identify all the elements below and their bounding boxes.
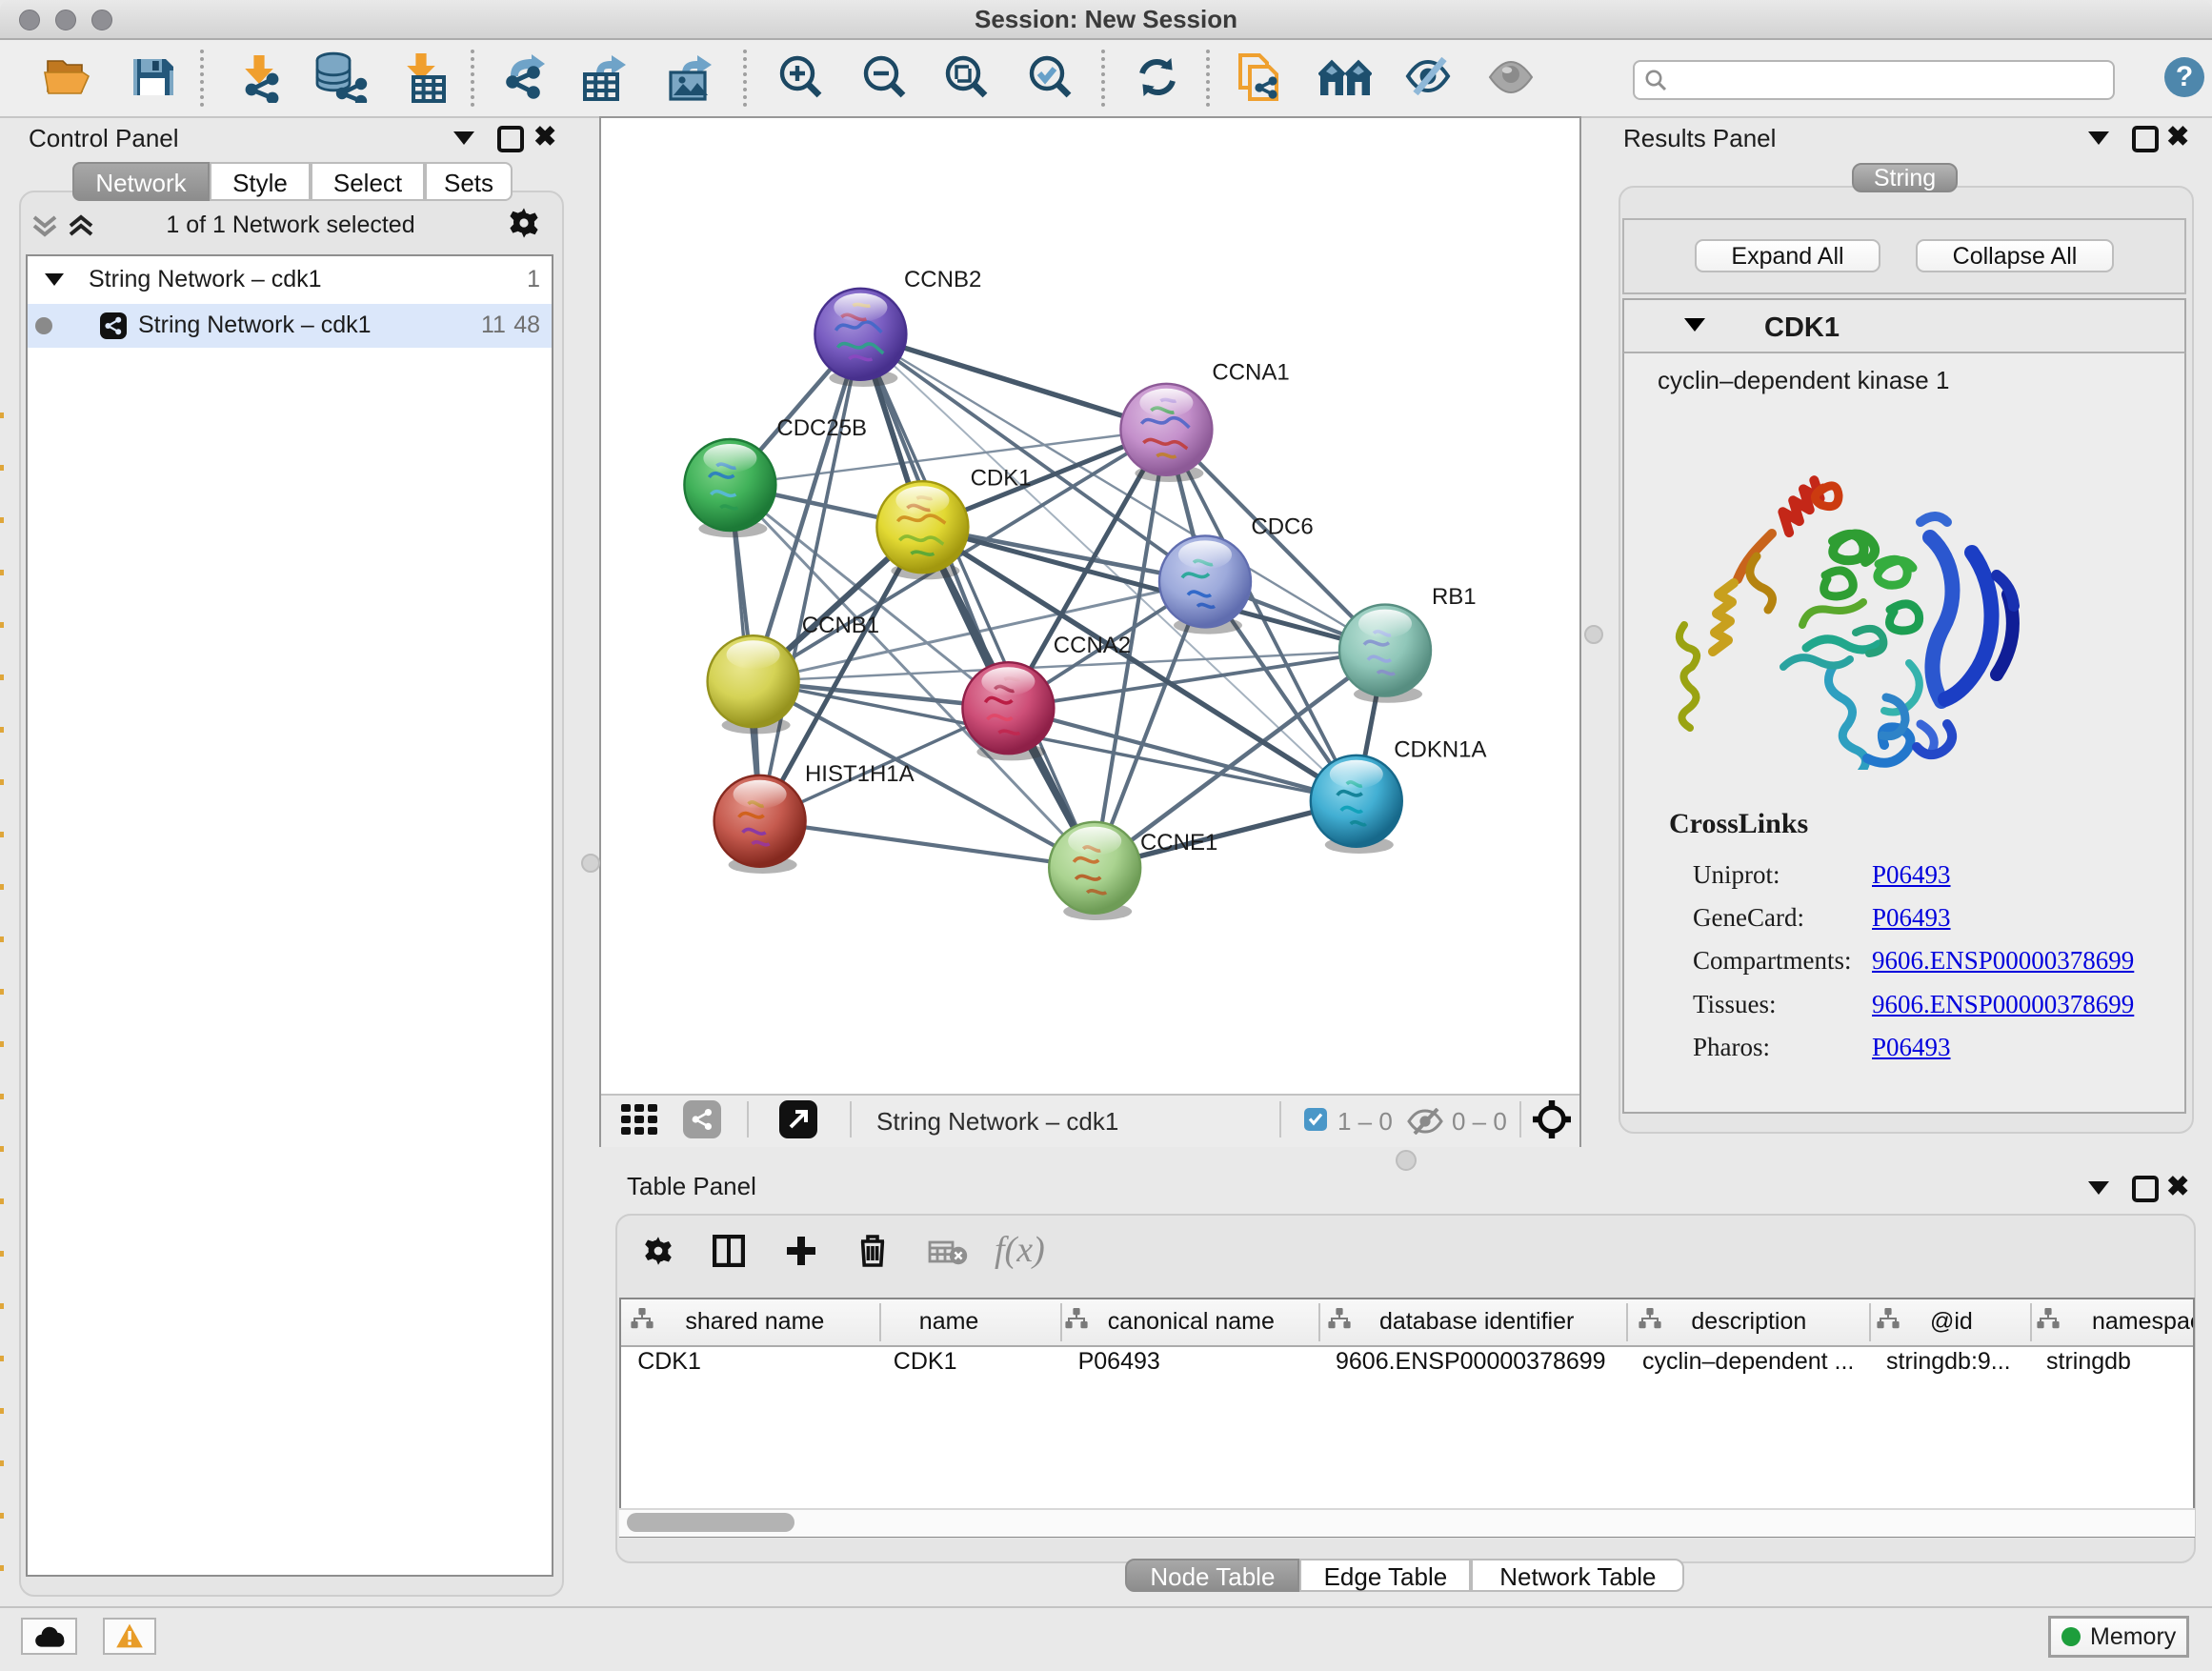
svg-text:CCNE1: CCNE1	[1140, 830, 1217, 856]
svg-text:RB1: RB1	[1432, 584, 1477, 610]
svg-text:CCNB1: CCNB1	[802, 613, 879, 638]
svg-text:CDC25B: CDC25B	[776, 415, 867, 441]
svg-text:CCNB2: CCNB2	[904, 267, 981, 292]
svg-text:CDK1: CDK1	[971, 465, 1032, 491]
svg-text:CCNA2: CCNA2	[1054, 633, 1131, 658]
svg-text:HIST1H1A: HIST1H1A	[805, 761, 915, 787]
svg-text:CCNA1: CCNA1	[1212, 360, 1289, 386]
svg-text:CDKN1A: CDKN1A	[1394, 736, 1486, 762]
svg-text:CDC6: CDC6	[1251, 514, 1313, 540]
